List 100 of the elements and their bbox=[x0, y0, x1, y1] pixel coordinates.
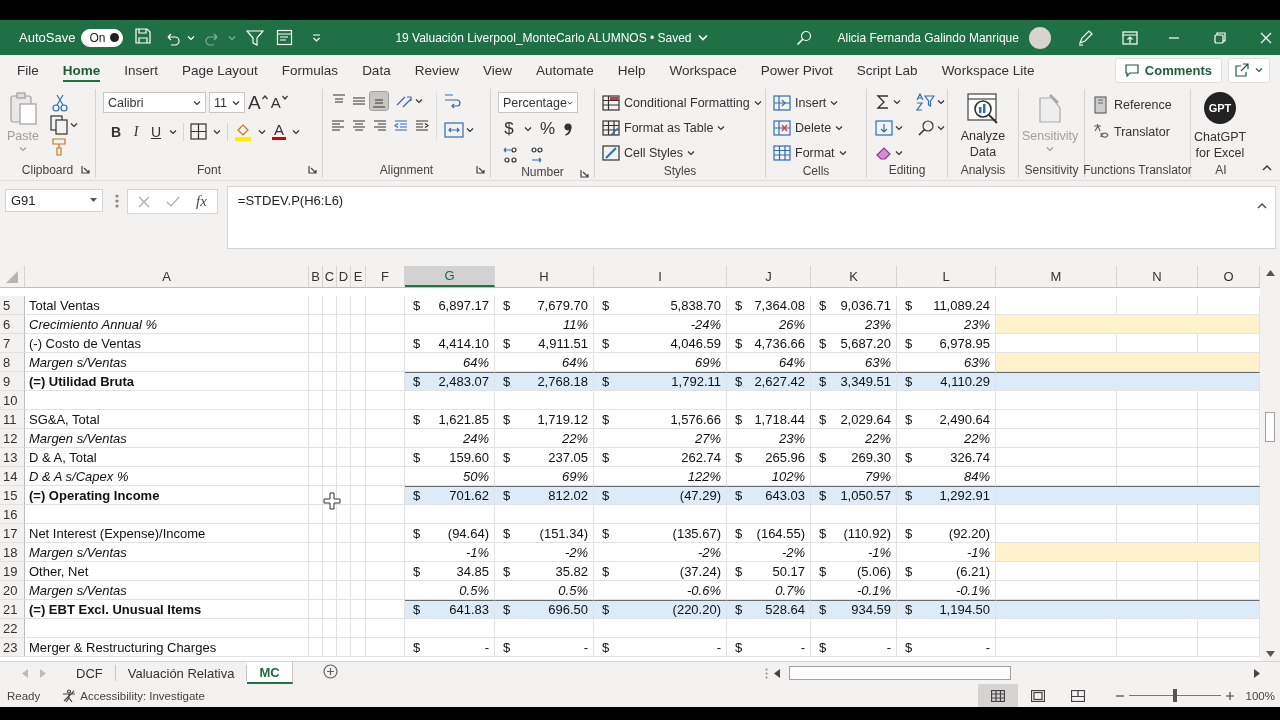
font-name-field[interactable]: Calibri bbox=[103, 92, 206, 113]
menu-tab[interactable]: Help bbox=[607, 55, 656, 85]
row-label[interactable]: Margen s/Ventas bbox=[25, 581, 309, 600]
table-cell[interactable]: $ 5,838.70 bbox=[594, 296, 727, 315]
table-cell[interactable]: -1% bbox=[405, 543, 495, 562]
caret-icon[interactable] bbox=[566, 99, 573, 106]
table-cell[interactable] bbox=[309, 581, 323, 600]
cells-menu-button[interactable]: Delete bbox=[773, 117, 844, 138]
caret-icon[interactable] bbox=[193, 99, 201, 106]
sheet-tab[interactable]: MC bbox=[247, 662, 293, 684]
table-cell[interactable] bbox=[1117, 410, 1198, 429]
table-cell[interactable]: $ 701.62 bbox=[405, 486, 495, 505]
table-cell[interactable]: $ 934.59 bbox=[811, 600, 897, 619]
menu-tab[interactable]: Page Layout bbox=[172, 55, 268, 85]
table-cell[interactable]: $ (135.67) bbox=[594, 524, 727, 543]
table-cell[interactable]: $ - bbox=[495, 638, 594, 657]
table-cell[interactable] bbox=[351, 467, 366, 486]
table-cell[interactable] bbox=[1117, 448, 1198, 467]
italic-button[interactable]: I bbox=[129, 123, 143, 140]
row-label[interactable]: D & A, Total bbox=[25, 448, 309, 467]
table-cell[interactable] bbox=[351, 600, 366, 619]
zoom-in-icon[interactable] bbox=[1225, 691, 1234, 700]
row-label[interactable]: Crecimiento Annual % bbox=[25, 315, 309, 334]
row-number[interactable]: 11 bbox=[0, 410, 25, 429]
caret-icon[interactable] bbox=[687, 149, 696, 156]
table-cell[interactable] bbox=[351, 619, 366, 638]
copy-icon[interactable] bbox=[49, 115, 68, 135]
table-cell[interactable] bbox=[996, 448, 1117, 467]
next-sheet-icon[interactable] bbox=[40, 668, 46, 678]
column-header[interactable]: D bbox=[337, 266, 351, 287]
table-cell[interactable] bbox=[323, 353, 337, 372]
table-cell[interactable]: $ 2,029.64 bbox=[811, 410, 897, 429]
table-cell[interactable] bbox=[309, 467, 323, 486]
table-cell[interactable] bbox=[996, 505, 1117, 524]
collapse-ribbon-icon[interactable] bbox=[1262, 164, 1272, 171]
table-cell[interactable] bbox=[495, 619, 594, 638]
table-cell[interactable]: $ (92.20) bbox=[897, 524, 996, 543]
table-cell[interactable] bbox=[351, 562, 366, 581]
table-cell[interactable] bbox=[323, 391, 337, 410]
table-cell[interactable] bbox=[366, 505, 405, 524]
menu-tab[interactable]: Workspace Lite bbox=[931, 55, 1045, 85]
table-cell[interactable]: $ (6.21) bbox=[897, 562, 996, 581]
decrease-font-size-button[interactable]: A bbox=[270, 92, 288, 113]
table-cell[interactable] bbox=[351, 543, 366, 562]
row-number[interactable]: 18 bbox=[0, 543, 25, 562]
caret-icon[interactable] bbox=[937, 125, 945, 131]
share-button[interactable] bbox=[1228, 57, 1270, 83]
styles-menu-button[interactable]: Conditional Formatting bbox=[602, 92, 762, 113]
underline-button[interactable]: U bbox=[149, 123, 163, 140]
table-cell[interactable]: $ 4,046.59 bbox=[594, 334, 727, 353]
table-cell[interactable]: $ 6,897.17 bbox=[405, 296, 495, 315]
table-cell[interactable] bbox=[309, 638, 323, 657]
table-cell[interactable] bbox=[25, 391, 309, 410]
table-cell[interactable] bbox=[405, 315, 495, 334]
table-cell[interactable] bbox=[337, 619, 351, 638]
scroll-down-icon[interactable] bbox=[1265, 651, 1275, 657]
caret-icon[interactable] bbox=[1255, 67, 1263, 73]
caret-icon[interactable] bbox=[830, 99, 839, 106]
table-cell[interactable] bbox=[811, 505, 897, 524]
table-cell[interactable] bbox=[1117, 619, 1198, 638]
caret-icon[interactable] bbox=[937, 99, 945, 105]
caret-icon[interactable] bbox=[258, 128, 266, 135]
table-cell[interactable] bbox=[366, 429, 405, 448]
table-cell[interactable]: $ (110.92) bbox=[811, 524, 897, 543]
column-header[interactable]: B bbox=[309, 266, 323, 287]
table-cell[interactable] bbox=[323, 600, 337, 619]
row-number[interactable]: 7 bbox=[0, 334, 25, 353]
row-label[interactable]: Margen s/Ventas bbox=[25, 543, 309, 562]
table-cell[interactable] bbox=[996, 619, 1117, 638]
table-cell[interactable]: $ (94.64) bbox=[405, 524, 495, 543]
row-number[interactable]: 10 bbox=[0, 391, 25, 410]
caret-icon[interactable] bbox=[895, 125, 903, 131]
analyze-data-button[interactable]: Analyze Data bbox=[955, 92, 1011, 160]
table-cell[interactable]: $ - bbox=[897, 638, 996, 657]
table-cell[interactable]: $ 528.64 bbox=[727, 600, 811, 619]
table-cell[interactable]: 22% bbox=[495, 429, 594, 448]
cancel-icon[interactable] bbox=[138, 195, 150, 208]
table-cell[interactable]: $ 1,050.57 bbox=[811, 486, 897, 505]
row-number[interactable]: 15 bbox=[0, 486, 25, 505]
row-number[interactable]: 17 bbox=[0, 524, 25, 543]
table-cell[interactable]: $ 1,719.12 bbox=[495, 410, 594, 429]
increase-font-size-button[interactable]: A bbox=[248, 92, 268, 113]
table-cell[interactable] bbox=[351, 391, 366, 410]
decrease-decimal-icon[interactable] bbox=[528, 145, 546, 165]
row-label[interactable]: Net Interest (Expense)/Income bbox=[25, 524, 309, 543]
table-cell[interactable] bbox=[309, 410, 323, 429]
table-cell[interactable]: $ 1,792.11 bbox=[594, 372, 727, 391]
table-cell[interactable]: $ 643.03 bbox=[727, 486, 811, 505]
table-cell[interactable] bbox=[1117, 429, 1198, 448]
caret-icon[interactable] bbox=[838, 149, 847, 156]
table-cell[interactable] bbox=[323, 410, 337, 429]
table-cell[interactable]: $ 812.02 bbox=[495, 486, 594, 505]
row-label[interactable]: Merger & Restructuring Charges bbox=[25, 638, 309, 657]
table-cell[interactable] bbox=[594, 505, 727, 524]
drag-handle-icon[interactable] bbox=[115, 194, 119, 208]
table-cell[interactable] bbox=[1117, 391, 1198, 410]
table-cell[interactable] bbox=[323, 296, 337, 315]
percent-style-button[interactable]: % bbox=[540, 119, 556, 139]
table-cell[interactable] bbox=[811, 619, 897, 638]
caret-icon[interactable] bbox=[232, 99, 240, 106]
